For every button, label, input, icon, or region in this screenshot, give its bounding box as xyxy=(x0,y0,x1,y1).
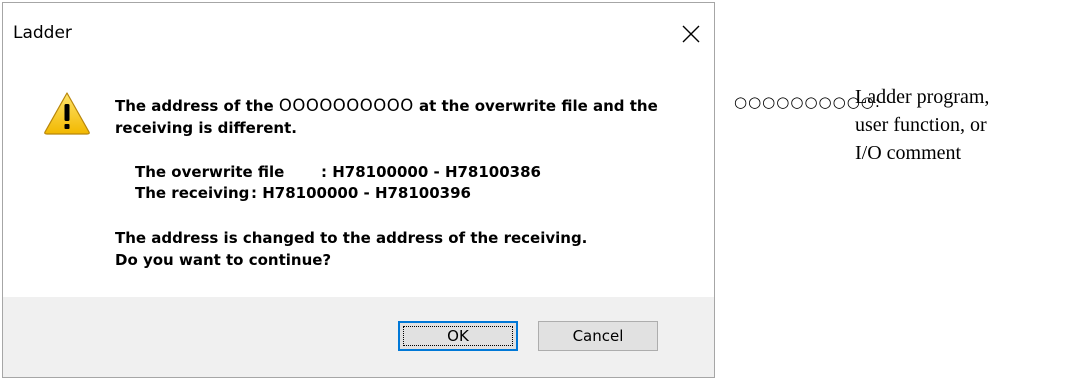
cancel-button[interactable]: Cancel xyxy=(538,321,658,351)
message-prefix: The address of the xyxy=(115,97,279,115)
close-button[interactable] xyxy=(668,11,714,57)
receiving-value: : H78100000 - H78100396 xyxy=(251,184,471,202)
note-line: Ladder program, xyxy=(855,86,990,108)
message-placeholder: OOOOOOOOOO xyxy=(278,96,414,115)
note-text: Ladder program, user function, or I/O co… xyxy=(855,83,1065,167)
ladder-dialog: Ladder The address of the OOOOOOOOOO at … xyxy=(2,2,715,378)
receiving-label: The receiving xyxy=(135,184,250,202)
dialog-title: Ladder xyxy=(13,23,72,43)
ok-button[interactable]: OK xyxy=(398,321,518,351)
note-line: user function, or xyxy=(855,114,987,136)
warning-icon xyxy=(44,92,90,135)
cancel-label: Cancel xyxy=(572,327,624,345)
close-icon xyxy=(682,25,700,43)
focus-rectangle xyxy=(403,326,513,346)
note-line: I/O comment xyxy=(855,142,962,164)
changed-line: The address is changed to the address of… xyxy=(115,229,588,247)
overwrite-value: : H78100000 - H78100386 xyxy=(321,163,541,181)
dialog-titlebar: Ladder xyxy=(3,3,714,63)
dialog-footer: OK Cancel xyxy=(3,297,714,377)
question-line: Do you want to continue? xyxy=(115,251,332,269)
overwrite-label: The overwrite file xyxy=(135,163,285,181)
dialog-message: The address of the OOOOOOOOOO at the ove… xyxy=(115,95,705,139)
